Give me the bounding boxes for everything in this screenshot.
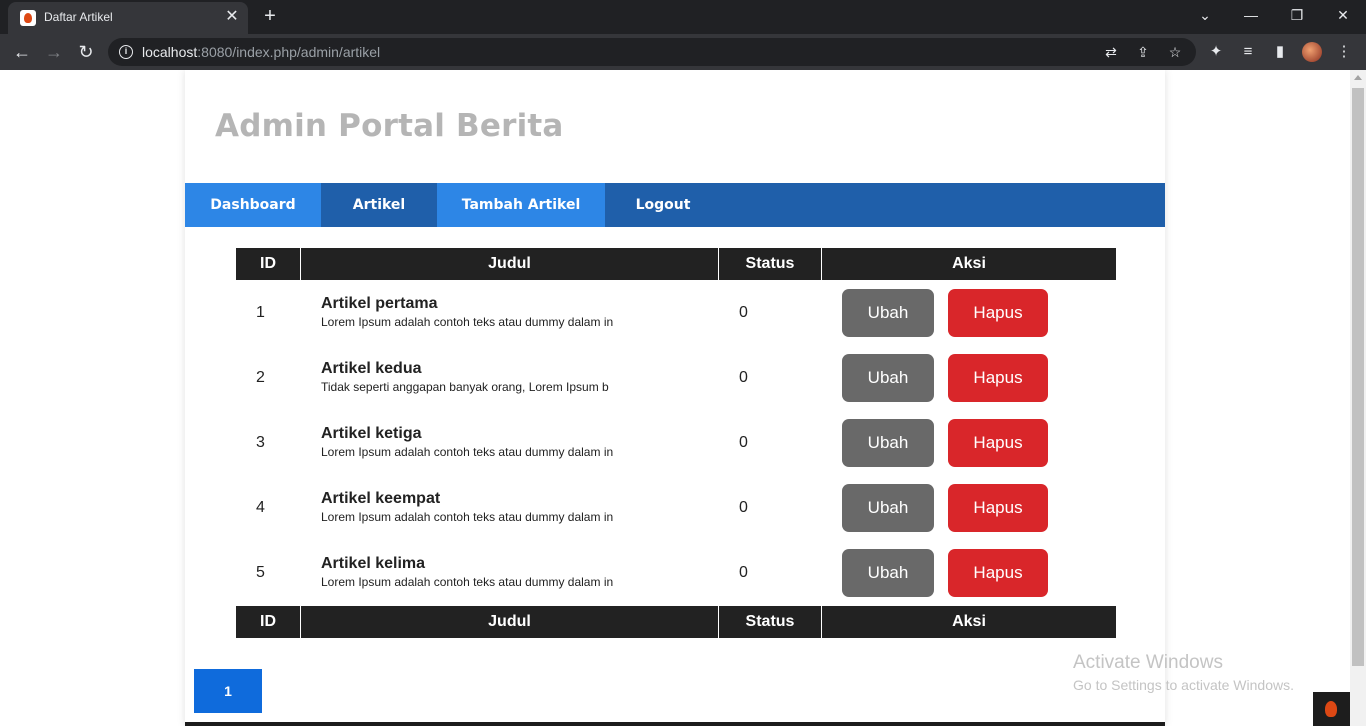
row-title: Artikel keempat — [321, 490, 441, 507]
reading-list-icon[interactable]: ≡ — [1238, 42, 1258, 62]
url-text[interactable]: localhost:8080/index.php/admin/artikel — [142, 44, 380, 60]
windows-activation-title: Activate Windows — [1073, 652, 1223, 673]
page-viewport: Admin Portal Berita Dashboard Artikel Ta… — [0, 70, 1350, 726]
edit-button[interactable]: Ubah — [842, 289, 934, 337]
footer-id: ID — [260, 613, 276, 630]
row-status: 0 — [739, 499, 748, 516]
edit-button[interactable]: Ubah — [842, 354, 934, 402]
footer-edge — [185, 722, 1165, 726]
row-status: 0 — [739, 369, 748, 386]
tab-title: Daftar Artikel — [44, 10, 113, 24]
translate-icon[interactable]: ⇄ — [1101, 42, 1121, 62]
scroll-up-arrow-icon[interactable] — [1354, 75, 1362, 80]
header-id: ID — [260, 255, 276, 272]
header-aksi: Aksi — [952, 255, 986, 272]
nav-artikel[interactable]: Artikel — [321, 183, 437, 227]
forward-arrow-icon[interactable]: → — [42, 40, 66, 64]
footer-status: Status — [745, 613, 795, 630]
windows-activation-subtitle: Go to Settings to activate Windows. — [1073, 677, 1294, 693]
page-scrollbar[interactable] — [1350, 70, 1366, 726]
page-container: Admin Portal Berita Dashboard Artikel Ta… — [185, 70, 1165, 726]
row-title: Artikel kelima — [321, 555, 426, 572]
codeigniter-favicon-icon — [20, 10, 36, 26]
site-title: Admin Portal Berita — [215, 108, 564, 144]
bookmark-star-icon[interactable]: ☆ — [1165, 42, 1185, 62]
table-footer: ID Judul Status Aksi — [236, 606, 1116, 638]
browser-titlebar: Daftar Artikel ✕ + ⌄ — ❐ ✕ — [0, 0, 1366, 34]
extensions-icon[interactable]: ✦ — [1206, 42, 1226, 62]
row-excerpt: Lorem Ipsum adalah contoh teks atau dumm… — [321, 315, 614, 329]
address-bar[interactable]: i localhost:8080/index.php/admin/artikel… — [108, 38, 1196, 66]
row-status: 0 — [739, 304, 748, 321]
row-id: 2 — [256, 369, 265, 386]
side-panel-icon[interactable]: ▮ — [1270, 42, 1290, 62]
edit-button[interactable]: Ubah — [842, 419, 934, 467]
more-menu-icon[interactable]: ⋮ — [1334, 42, 1354, 62]
footer-judul: Judul — [488, 613, 531, 630]
row-status: 0 — [739, 434, 748, 451]
scroll-thumb[interactable] — [1352, 88, 1364, 666]
profile-avatar[interactable] — [1302, 42, 1322, 62]
new-tab-button[interactable]: + — [258, 5, 282, 29]
delete-button[interactable]: Hapus — [948, 419, 1048, 467]
footer-aksi: Aksi — [952, 613, 986, 630]
close-window-icon[interactable]: ✕ — [1328, 4, 1358, 26]
tab-close-icon[interactable]: ✕ — [222, 7, 242, 27]
reload-icon[interactable]: ↻ — [74, 40, 98, 64]
delete-button[interactable]: Hapus — [948, 289, 1048, 337]
row-id: 5 — [256, 564, 265, 581]
table-row: 2 Artikel kedua Tidak seperti anggapan b… — [236, 345, 1116, 410]
row-status: 0 — [739, 564, 748, 581]
delete-button[interactable]: Hapus — [948, 549, 1048, 597]
site-info-icon[interactable]: i — [119, 45, 133, 59]
row-id: 3 — [256, 434, 265, 451]
edit-button[interactable]: Ubah — [842, 484, 934, 532]
table-row: 1 Artikel pertama Lorem Ipsum adalah con… — [236, 280, 1116, 345]
table-row: 4 Artikel keempat Lorem Ipsum adalah con… — [236, 475, 1116, 540]
browser-tab-daftar-artikel[interactable]: Daftar Artikel ✕ — [8, 2, 248, 34]
minimize-icon[interactable]: — — [1236, 4, 1266, 26]
header-status: Status — [745, 255, 795, 272]
row-excerpt: Lorem Ipsum adalah contoh teks atau dumm… — [321, 575, 614, 589]
delete-button[interactable]: Hapus — [948, 354, 1048, 402]
header-judul: Judul — [488, 255, 531, 272]
nav-logout[interactable]: Logout — [605, 183, 721, 227]
table-header: ID Judul Status Aksi — [236, 248, 1116, 280]
restore-icon[interactable]: ❐ — [1282, 4, 1312, 26]
back-arrow-icon[interactable]: ← — [10, 40, 34, 64]
edit-button[interactable]: Ubah — [842, 549, 934, 597]
row-excerpt: Lorem Ipsum adalah contoh teks atau dumm… — [321, 445, 614, 459]
row-id: 4 — [256, 499, 265, 516]
row-title: Artikel pertama — [321, 295, 438, 312]
nav-dashboard[interactable]: Dashboard — [185, 183, 321, 227]
row-excerpt: Lorem Ipsum adalah contoh teks atau dumm… — [321, 510, 614, 524]
row-excerpt: Tidak seperti anggapan banyak orang, Lor… — [321, 380, 609, 394]
row-title: Artikel ketiga — [321, 425, 422, 442]
nav-tambah-artikel[interactable]: Tambah Artikel — [437, 183, 605, 227]
delete-button[interactable]: Hapus — [948, 484, 1048, 532]
table-row: 5 Artikel kelima Lorem Ipsum adalah cont… — [236, 540, 1116, 605]
pagination-page-button[interactable]: 1 — [194, 669, 262, 713]
codeigniter-toolbar-icon[interactable] — [1313, 692, 1350, 726]
row-title: Artikel kedua — [321, 360, 422, 377]
browser-toolbar: ← → ↻ i localhost:8080/index.php/admin/a… — [0, 34, 1366, 70]
row-id: 1 — [256, 304, 265, 321]
main-navbar: Dashboard Artikel Tambah Artikel Logout — [185, 183, 1165, 227]
table-row: 3 Artikel ketiga Lorem Ipsum adalah cont… — [236, 410, 1116, 475]
tab-search-chevron-icon[interactable]: ⌄ — [1190, 4, 1220, 26]
share-icon[interactable]: ⇪ — [1133, 42, 1153, 62]
